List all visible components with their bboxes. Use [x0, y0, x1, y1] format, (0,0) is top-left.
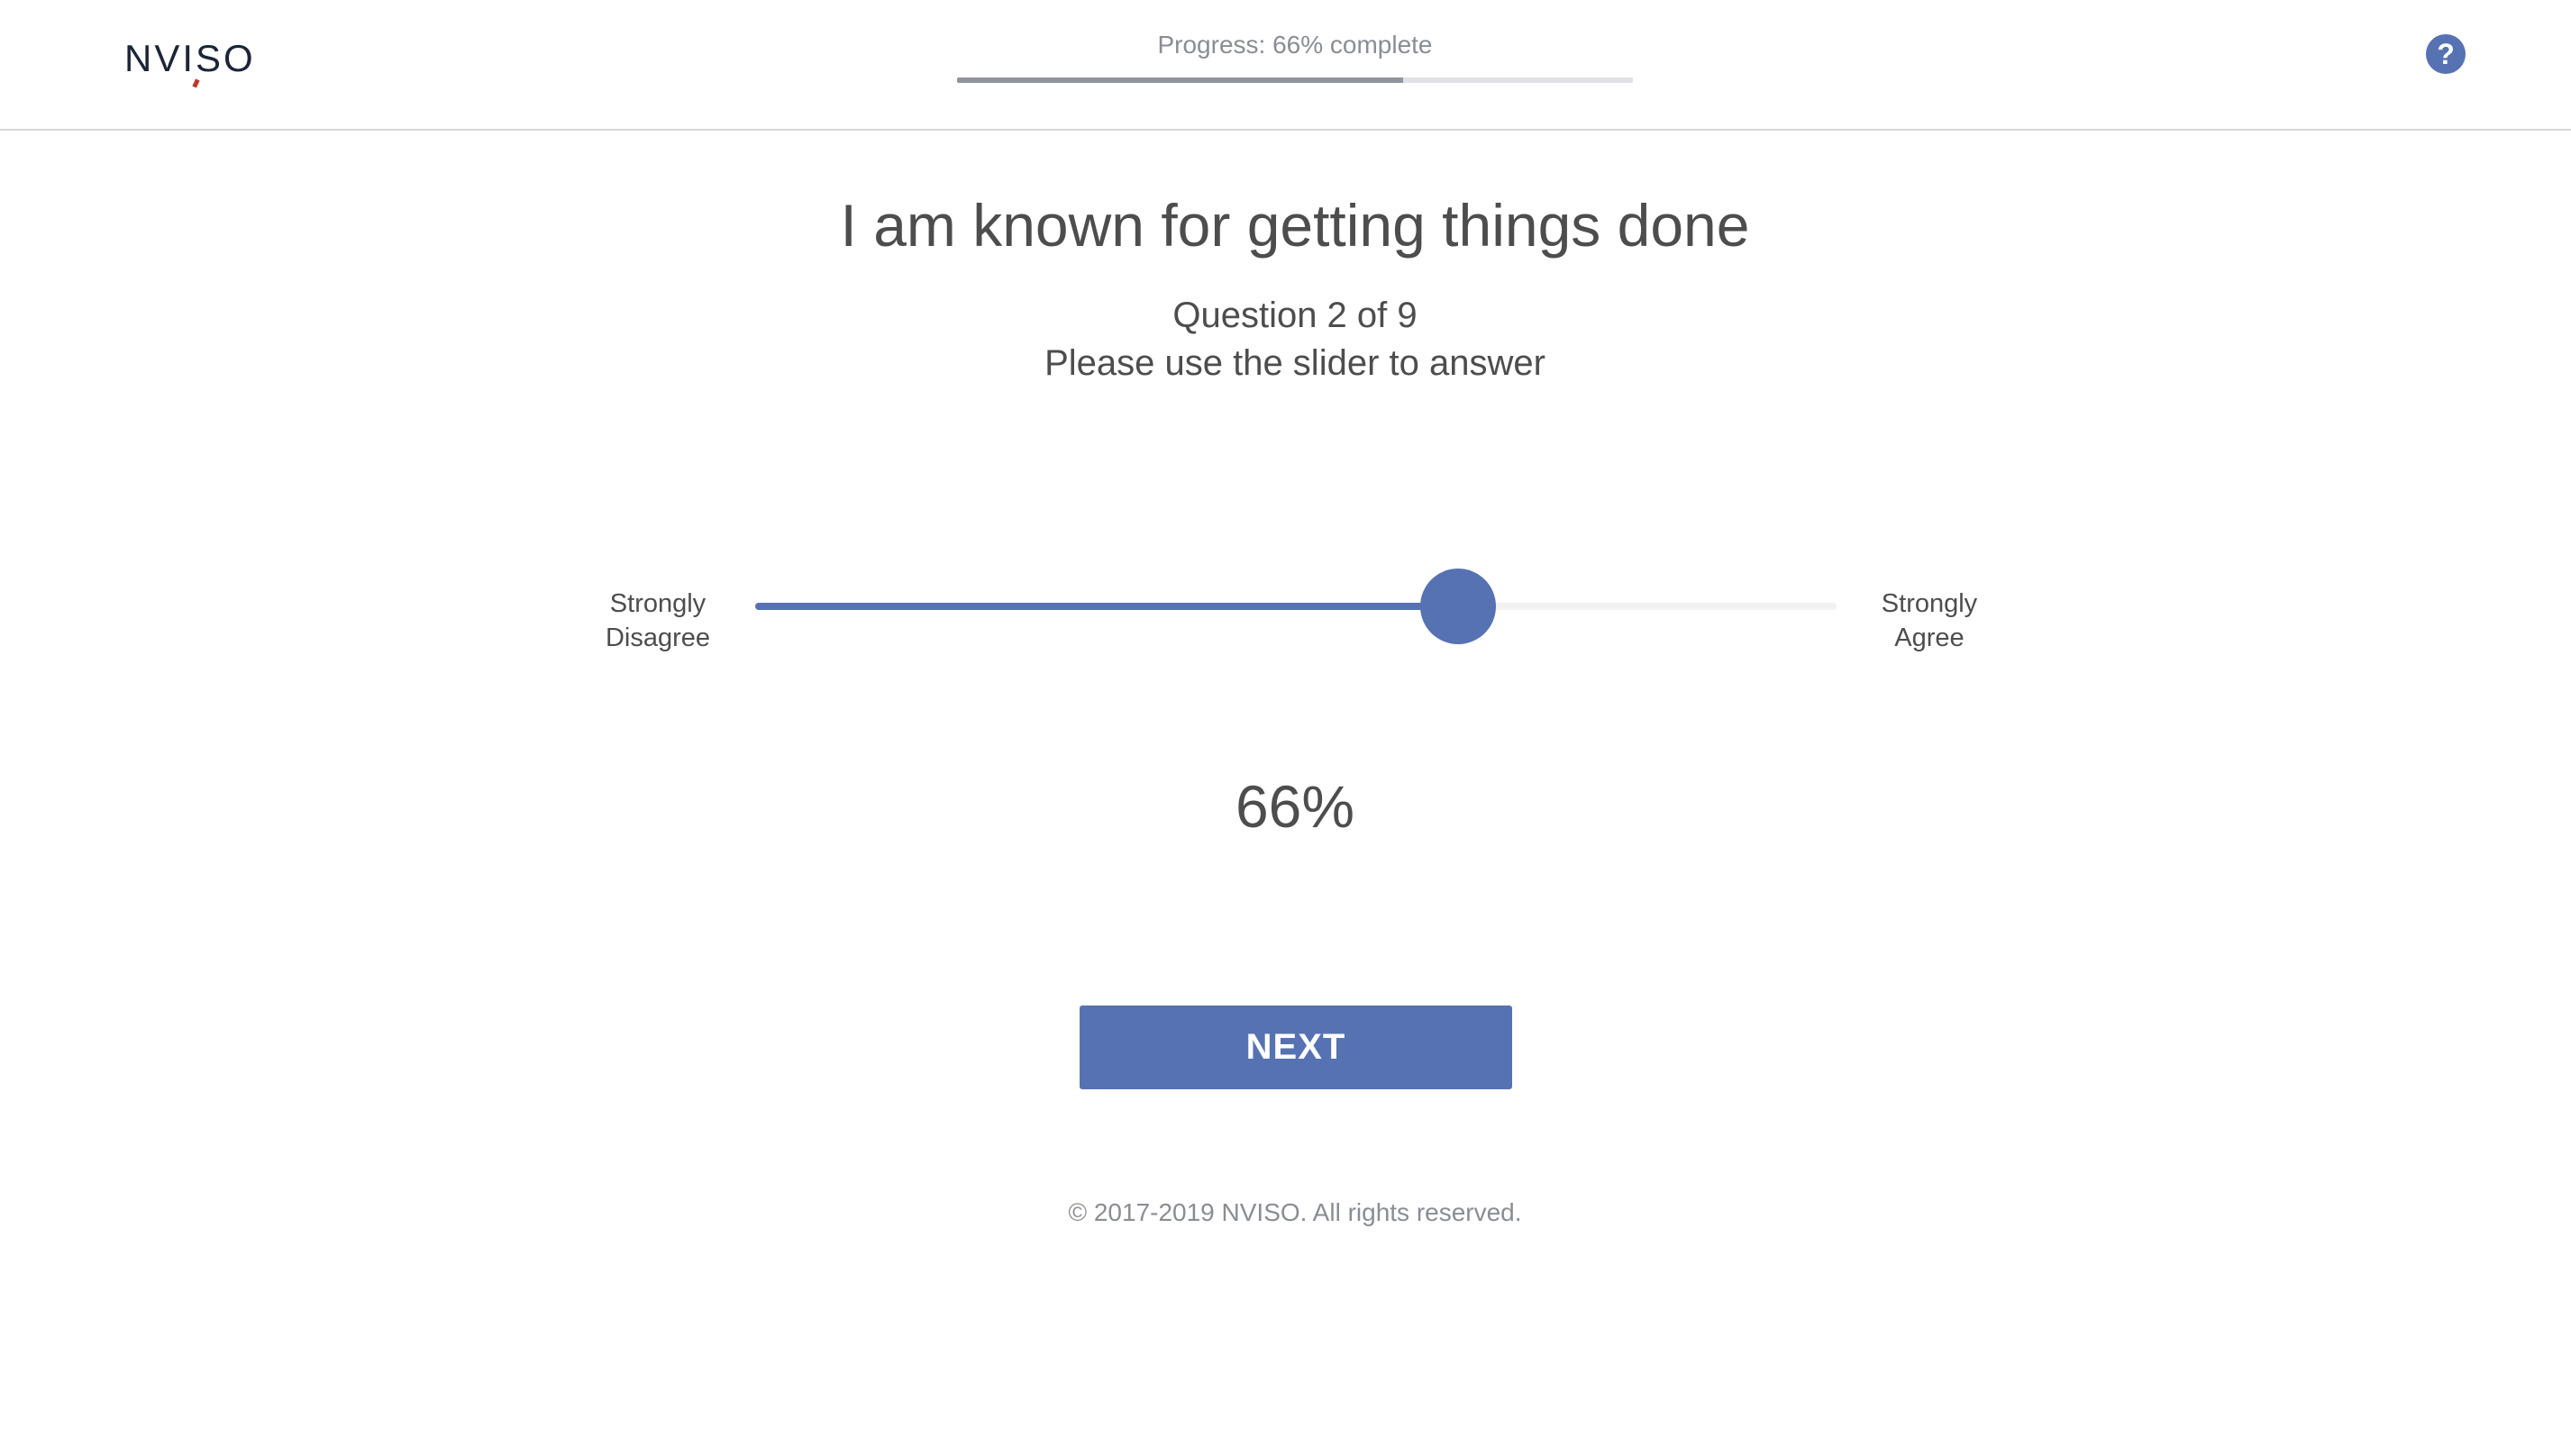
scale-min-label-line1: Strongly [609, 589, 707, 618]
slider-fill [755, 603, 1458, 610]
header: NVISO Progress: 66% complete ? [0, 0, 2571, 131]
progress-indicator: Progress: 66% complete [957, 27, 1633, 83]
answer-slider[interactable] [755, 569, 1837, 644]
logo: NVISO [124, 37, 256, 88]
copyright-text: © 2017-2019 NVISO. All rights reserved. [1068, 1198, 1522, 1226]
logo-accent-mark [192, 78, 200, 88]
survey-page: NVISO Progress: 66% complete ? I am know… [0, 0, 2571, 1456]
question-circle-icon[interactable]: ? [2426, 34, 2466, 74]
progress-track [957, 77, 1633, 83]
scale-max-label-line1: Strongly [1881, 589, 1978, 618]
next-button[interactable]: NEXT [1080, 1006, 1512, 1089]
question-counter: Question 2 of 9 [1172, 296, 1418, 335]
progress-label: Progress: 66% complete [1157, 31, 1433, 59]
slider-value: 66% [1235, 773, 1355, 840]
logo-text: NVISO [124, 37, 256, 88]
question-instruction: Please use the slider to answer [1044, 343, 1545, 383]
scale-max-label: Strongly Agree [1857, 587, 2001, 655]
scale-min-label-line2: Disagree [605, 623, 711, 652]
slider-thumb[interactable] [1420, 569, 1496, 644]
question-title: I am known for getting things done [840, 192, 1750, 259]
scale-min-label: Strongly Disagree [586, 587, 730, 655]
scale-max-label-line2: Agree [1894, 623, 1965, 652]
progress-fill [957, 77, 1403, 83]
